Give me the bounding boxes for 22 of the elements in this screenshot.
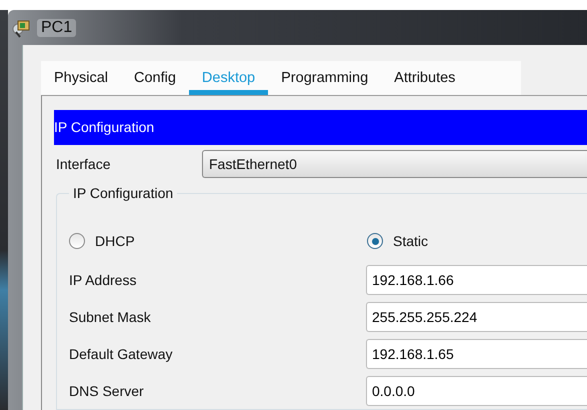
pc-icon xyxy=(12,18,32,38)
tab[interactable]: Attributes xyxy=(381,61,468,95)
input-field[interactable]: 192.168.1.65 xyxy=(366,338,587,368)
tab[interactable]: Programming xyxy=(268,61,382,95)
panel-title: IP Configuration xyxy=(54,110,587,145)
radio-label: Static xyxy=(393,233,428,249)
input-field[interactable]: 255.255.255.224 xyxy=(366,302,587,332)
radio-button[interactable] xyxy=(69,233,85,249)
interface-label: Interface xyxy=(55,156,112,172)
field-label: DNS Server xyxy=(69,382,145,398)
input-field[interactable]: 0.0.0.0 xyxy=(366,376,587,406)
field-label: Default Gateway xyxy=(69,346,174,362)
radio-label: DHCP xyxy=(95,233,135,249)
input-field[interactable]: 192.168.1.66 xyxy=(366,264,587,294)
tab[interactable]: Config xyxy=(121,61,189,95)
tab[interactable]: Physical xyxy=(41,61,121,95)
window-title: PC1 xyxy=(37,18,76,36)
group-title: IP Configuration xyxy=(72,185,174,201)
field-label: IP Address xyxy=(69,272,138,288)
interface-dropdown[interactable]: FastEthernet0 xyxy=(202,150,587,178)
field-label: Subnet Mask xyxy=(69,308,152,324)
radio-button[interactable] xyxy=(367,233,383,249)
